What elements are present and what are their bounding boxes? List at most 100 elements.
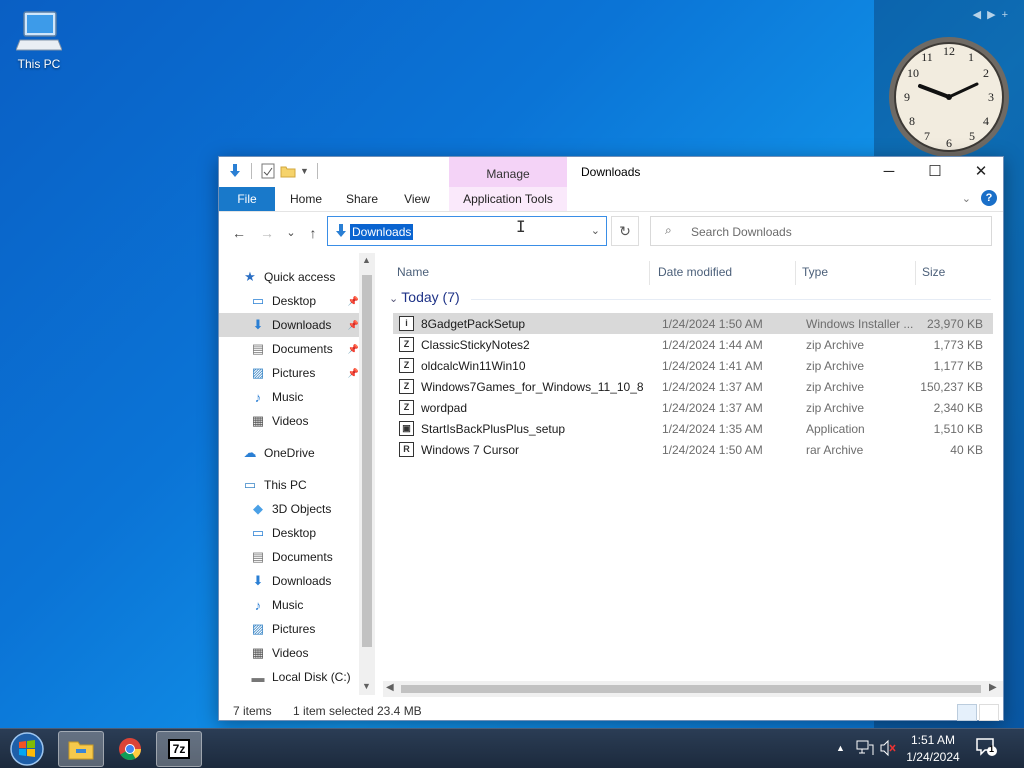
column-header-date[interactable]: Date modified <box>658 265 732 279</box>
nav-item-videos[interactable]: ▦ Videos <box>219 641 361 665</box>
scroll-right-icon[interactable]: ▶ <box>989 682 997 693</box>
nav-item-local-disk-c[interactable]: ▬ Local Disk (C:) <box>219 665 361 689</box>
content-horizontal-scrollbar[interactable]: ◀ ▶ <box>383 681 1003 697</box>
nav-item-onedrive[interactable]: ☁ OneDrive <box>219 441 361 465</box>
chevron-down-icon[interactable]: ⌄ <box>591 224 600 237</box>
search-box[interactable]: ⌕ Search Downloads <box>650 216 992 246</box>
volume-muted-icon[interactable] <box>879 739 897 757</box>
forward-button[interactable]: → <box>257 223 277 243</box>
nav-pane-scrollbar[interactable]: ▲ ▼ <box>359 253 375 695</box>
nav-item-this-pc[interactable]: ▭ This PC <box>219 473 361 497</box>
scrollbar-thumb[interactable] <box>362 275 372 647</box>
scroll-up-icon[interactable]: ▲ <box>362 255 371 265</box>
scrollbar-thumb[interactable] <box>401 685 981 693</box>
column-divider[interactable] <box>795 261 796 285</box>
close-button[interactable]: ✕ <box>958 157 1004 187</box>
nav-item-pictures[interactable]: ▨ Pictures 📌 <box>219 361 361 385</box>
taskbar: 7z ▲ 1:51 AM 1/24/2024 1 <box>0 728 1024 768</box>
file-type: zip Archive <box>806 380 865 394</box>
refresh-button[interactable]: ↻ <box>611 216 639 246</box>
nav-item-videos[interactable]: ▦ Videos <box>219 409 361 433</box>
scroll-left-icon[interactable]: ◀ <box>386 682 394 693</box>
clock-gadget[interactable]: 12 12 3 45 6 78 9 1011 <box>886 34 1012 160</box>
file-row[interactable]: Z Windows7Games_for_Windows_11_10_8 1/24/2… <box>393 376 993 397</box>
nav-item-quick-access[interactable]: ★ Quick access <box>219 265 361 289</box>
nav-item-music[interactable]: ♪ Music <box>219 385 361 409</box>
music-icon: ♪ <box>254 389 262 405</box>
new-folder-icon[interactable] <box>280 163 296 179</box>
tab-share[interactable]: Share <box>337 187 387 211</box>
svg-text:12: 12 <box>943 44 955 58</box>
column-header-type[interactable]: Type <box>802 265 828 279</box>
file-row[interactable]: Z ClassicStickyNotes2 1/24/2024 1:44 AM zip… <box>393 334 993 355</box>
address-bar[interactable]: Downloads ⌄ <box>327 216 607 246</box>
details-view-button[interactable] <box>957 704 977 721</box>
file-row[interactable]: R Windows 7 Cursor 1/24/2024 1:50 AM rar Ar… <box>393 439 993 460</box>
properties-icon[interactable] <box>260 163 276 179</box>
back-button[interactable]: ← <box>229 223 249 243</box>
file-row[interactable]: Zwordpad 1/24/2024 1:37 AM zip Archive 2,34… <box>393 397 993 418</box>
nav-item-documents[interactable]: ▤ Documents 📌 <box>219 337 361 361</box>
action-center-button[interactable]: 1 <box>976 737 998 760</box>
tab-application-tools[interactable]: Application Tools <box>449 187 567 211</box>
document-icon: ▤ <box>251 341 265 356</box>
status-bar: 7 items 1 item selected 23.4 MB <box>219 700 1003 721</box>
taskbar-clock[interactable]: 1:51 AM 1/24/2024 <box>900 732 966 766</box>
pin-icon[interactable]: 📌 <box>348 344 359 355</box>
nav-item-label: Videos <box>272 646 309 660</box>
column-header-name[interactable]: Name <box>397 265 429 279</box>
customize-toolbar-icon[interactable]: ▼ <box>300 166 309 176</box>
taskbar-file-explorer[interactable] <box>58 731 104 767</box>
search-icon: ⌕ <box>665 223 672 237</box>
network-icon[interactable] <box>856 739 874 757</box>
svg-text:1: 1 <box>968 50 974 64</box>
nav-item-label: Music <box>272 390 304 404</box>
desktop-icon-this-pc[interactable]: This PC <box>14 10 64 71</box>
ribbon-tabs: File Home Share View Application Tools <box>219 187 1003 211</box>
maximize-button[interactable]: ☐ <box>912 157 958 187</box>
scroll-down-icon[interactable]: ▼ <box>362 681 371 691</box>
tab-home[interactable]: Home <box>281 187 331 211</box>
recent-locations-button[interactable]: ⌄ <box>281 223 301 243</box>
nav-item-downloads[interactable]: ⬇ Downloads <box>219 569 361 593</box>
nav-item-downloads[interactable]: ⬇ Downloads 📌 <box>219 313 361 337</box>
help-icon[interactable]: ? <box>981 190 997 206</box>
nav-item-3d-objects[interactable]: ◆ 3D Objects <box>219 497 361 521</box>
file-size: 1,773 KB <box>933 338 983 352</box>
nav-item-desktop[interactable]: ▭ Desktop 📌 <box>219 289 361 313</box>
file-size: 40 KB <box>950 443 983 457</box>
column-header-size[interactable]: Size <box>922 265 945 279</box>
column-divider[interactable] <box>915 261 916 285</box>
tab-file[interactable]: File <box>219 187 275 211</box>
nav-item-music[interactable]: ♪ Music <box>219 593 361 617</box>
nav-item-documents[interactable]: ▤ Documents <box>219 545 361 569</box>
up-button[interactable]: ↑ <box>303 223 323 243</box>
file-row[interactable]: ▣ StartIsBackPlusPlus_setup 1/24/2024 1:35… <box>393 418 993 439</box>
address-text[interactable]: Downloads <box>350 224 414 240</box>
show-hidden-icons-icon[interactable]: ▲ <box>836 743 845 753</box>
file-name: StartIsBackPlusPlus_setup <box>421 422 566 436</box>
file-row[interactable]: i 8GadgetPackSetup 1/24/2024 1:50 AM Window… <box>393 313 993 334</box>
nav-item-label: Desktop <box>272 294 317 308</box>
tab-view[interactable]: View <box>395 187 439 211</box>
zip-icon: Z <box>399 358 414 373</box>
search-placeholder: Search Downloads <box>691 225 792 239</box>
expand-ribbon-icon[interactable]: ⌄ <box>962 192 971 205</box>
column-divider[interactable] <box>649 261 650 285</box>
document-icon: ▤ <box>251 549 265 564</box>
nav-item-desktop[interactable]: ▭ Desktop <box>219 521 361 545</box>
svg-text:8: 8 <box>909 114 915 128</box>
pin-icon[interactable]: 📌 <box>348 296 359 307</box>
pin-icon[interactable]: 📌 <box>348 368 359 379</box>
file-type: Windows Installer ... <box>806 317 914 331</box>
pin-icon[interactable]: 📌 <box>348 320 359 331</box>
start-button[interactable] <box>8 731 46 767</box>
gadget-nav-controls[interactable]: ◀▶+ <box>973 8 1014 21</box>
taskbar-chrome[interactable] <box>107 731 153 767</box>
file-row[interactable]: ZoldcalcWin11Win10 1/24/2024 1:41 AM zip A… <box>393 355 993 376</box>
nav-item-pictures[interactable]: ▨ Pictures <box>219 617 361 641</box>
group-header-today[interactable]: ⌄ Today (7) <box>389 289 460 305</box>
minimize-button[interactable]: ─ <box>866 157 912 187</box>
large-icons-view-button[interactable] <box>979 704 999 721</box>
taskbar-7zip[interactable]: 7z <box>156 731 202 767</box>
